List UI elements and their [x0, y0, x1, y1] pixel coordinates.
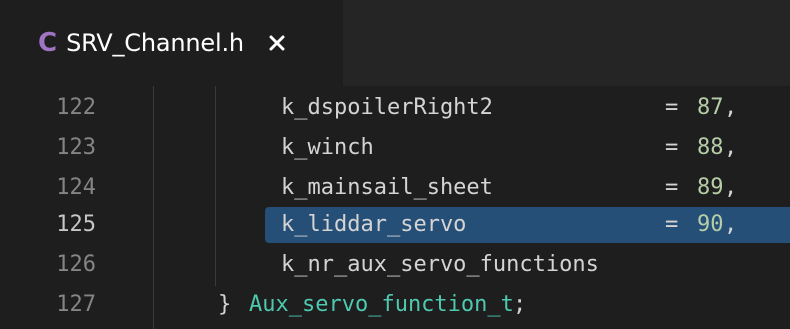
enum-identifier: k_mainsail_sheet	[281, 175, 493, 200]
enum-identifier: k_dspoilerRight2	[281, 95, 493, 120]
close-icon[interactable]	[266, 32, 288, 54]
line-number: 123	[56, 135, 96, 160]
closing-brace: }	[218, 292, 232, 317]
line-number-active: 125	[56, 212, 96, 237]
enum-identifier: k_winch	[281, 135, 374, 160]
equals-sign: =	[665, 95, 679, 120]
enum-value: 89	[697, 175, 724, 200]
equals-sign: =	[665, 135, 679, 160]
enum-value: 87	[697, 95, 724, 120]
comma: ,	[724, 95, 738, 120]
enum-value: 88	[697, 135, 724, 160]
type-name: Aux_servo_function_t	[249, 292, 514, 317]
line-number: 124	[56, 175, 96, 200]
comma: ,	[724, 212, 738, 237]
code-line: 122 k_dspoilerRight2 = 87 ,	[0, 88, 790, 128]
editor-window: C SRV_Channel.h 122 k_dspoilerRight2 = 8…	[0, 0, 790, 329]
code-line: 126 k_nr_aux_servo_functions	[0, 245, 790, 285]
enum-identifier: k_nr_aux_servo_functions	[281, 252, 599, 277]
line-number: 122	[56, 95, 96, 120]
semicolon: ;	[513, 292, 527, 317]
tab-filename: SRV_Channel.h	[66, 29, 244, 57]
line-number: 127	[56, 292, 96, 317]
code-line-active: 125 k_liddar_servo = 90 ,	[0, 205, 790, 245]
equals-sign: =	[665, 212, 679, 237]
tab-srv-channel-h[interactable]: C SRV_Channel.h	[0, 0, 343, 86]
comma: ,	[724, 135, 738, 160]
enum-identifier: k_liddar_servo	[281, 212, 467, 237]
comma: ,	[724, 175, 738, 200]
c-file-icon: C	[38, 28, 58, 58]
tab-bar: C SRV_Channel.h	[0, 0, 790, 86]
enum-value: 90	[697, 212, 724, 237]
code-line: 124 k_mainsail_sheet = 89 ,	[0, 168, 790, 208]
code-editor[interactable]: 122 k_dspoilerRight2 = 87 , 123 k_winch …	[0, 86, 790, 329]
equals-sign: =	[665, 175, 679, 200]
line-number: 126	[56, 252, 96, 277]
code-line: 127 } Aux_servo_function_t ;	[0, 285, 790, 325]
code-line: 123 k_winch = 88 ,	[0, 128, 790, 168]
